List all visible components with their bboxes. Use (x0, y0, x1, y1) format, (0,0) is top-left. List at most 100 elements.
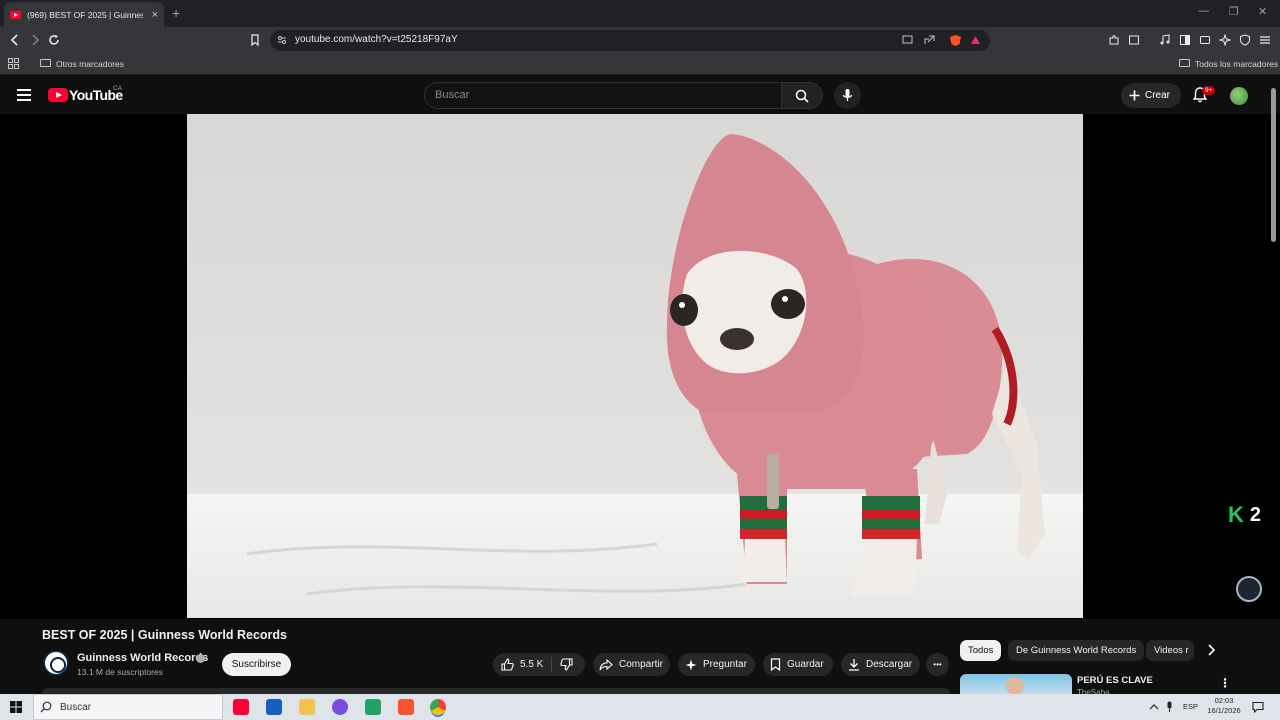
youtube-logo[interactable]: YouTube (48, 87, 123, 103)
channel-overlay-badge: K 2 (1228, 502, 1261, 528)
folder-icon (1179, 59, 1190, 67)
microphone-icon (842, 89, 853, 101)
subscriber-count: 13.1 M de suscriptores (77, 667, 163, 677)
create-button[interactable]: Crear (1121, 83, 1181, 108)
save-bookmark-icon (770, 658, 781, 671)
extensions-icon[interactable] (1108, 34, 1120, 46)
like-count[interactable]: 5.5 K (520, 659, 543, 670)
tray-chevron-up-icon[interactable] (1149, 703, 1159, 711)
chevron-right-icon[interactable] (1206, 644, 1216, 656)
chrome-app-icon[interactable] (430, 699, 446, 715)
recommended-thumbnail[interactable] (960, 674, 1072, 694)
brave-shield-icon[interactable] (949, 34, 962, 47)
url-text[interactable]: youtube.com/watch?v=t25218F97aY (295, 34, 458, 45)
leo-ai-icon[interactable] (1219, 34, 1231, 46)
back-icon[interactable] (9, 34, 21, 46)
notification-center-icon[interactable] (1252, 701, 1264, 713)
bookmark-all[interactable]: Todos los marcadores (1195, 59, 1278, 69)
search-field[interactable] (424, 82, 782, 109)
download-button[interactable]: Descargar (841, 653, 920, 676)
more-actions-button[interactable]: ••• (926, 653, 949, 676)
account-avatar[interactable] (1230, 87, 1248, 105)
windows-start-icon[interactable] (10, 701, 22, 713)
video-frame[interactable] (187, 114, 1083, 618)
new-tab-button[interactable]: + (172, 5, 180, 21)
taskbar-search[interactable]: Buscar (33, 694, 223, 720)
video-title: BEST OF 2025 | Guinness World Records (42, 628, 287, 642)
browser-toolbar: youtube.com/watch?v=t25218F97aY (0, 27, 1280, 53)
chip-from-channel[interactable]: De Guinness World Records (1008, 640, 1145, 661)
messenger-app-icon[interactable] (332, 699, 348, 715)
search-button[interactable] (781, 82, 823, 109)
save-button[interactable]: Guardar (763, 653, 833, 676)
wallet-icon[interactable] (1199, 34, 1211, 46)
channel-name[interactable]: Guinness World Records (77, 652, 208, 664)
forward-icon[interactable] (29, 34, 41, 46)
recommended-title[interactable]: PERÚ ES CLAVE (1077, 675, 1153, 686)
folder-icon (40, 59, 51, 67)
brave-rewards-icon[interactable] (970, 35, 981, 45)
save-label: Guardar (787, 659, 824, 670)
voice-search-button[interactable] (834, 82, 861, 109)
create-label: Crear (1145, 90, 1171, 101)
windows-taskbar: Buscar ESP 02:03 16/1/2026 (0, 694, 1280, 720)
thumbs-down-icon[interactable] (560, 658, 573, 671)
bookmarks-bar: Otros marcadores Todos los marcadores (0, 53, 1280, 75)
reload-icon[interactable] (48, 34, 60, 46)
bookmark-page-icon[interactable] (249, 34, 261, 46)
vpn-shield-icon[interactable] (1239, 34, 1251, 46)
chihuahua-in-hoodie-image (246, 134, 1045, 596)
media-controls-icon[interactable] (1159, 34, 1171, 46)
region-code: CA (113, 85, 123, 92)
sparkle-icon (685, 659, 697, 670)
share-page-icon[interactable] (924, 35, 935, 45)
youtube-play-icon (48, 88, 68, 102)
menu-icon[interactable] (17, 89, 31, 104)
browser-tab[interactable]: (969) BEST OF 2025 | Guinness Wo × (4, 2, 164, 27)
tray-clock[interactable]: 02:03 16/1/2026 (1206, 696, 1242, 716)
screenshot-icon[interactable] (1128, 34, 1140, 46)
overlay-number: 2 (1249, 503, 1262, 526)
guinness-watermark-icon[interactable] (1236, 576, 1262, 602)
subscribe-button[interactable]: Suscribirse (222, 653, 291, 676)
maximize-button[interactable]: ❐ (1229, 5, 1239, 18)
app-green-icon[interactable] (365, 699, 381, 715)
tray-microphone-icon[interactable] (1165, 701, 1174, 713)
tab-close-icon[interactable]: × (152, 9, 158, 21)
apps-grid-icon[interactable] (8, 58, 19, 69)
tab-title: (969) BEST OF 2025 | Guinness Wo (27, 9, 143, 20)
share-arrow-icon (599, 658, 613, 670)
taskbar-search-label: Buscar (60, 701, 92, 713)
tray-language[interactable]: ESP (1183, 702, 1198, 711)
thumbs-up-icon[interactable] (501, 658, 514, 671)
brave-browser-icon[interactable] (398, 699, 414, 715)
download-icon (849, 659, 859, 671)
search-icon (795, 89, 809, 103)
verified-check-icon (196, 654, 205, 663)
channel-avatar[interactable] (43, 650, 69, 676)
sidebar-icon[interactable] (1179, 34, 1191, 46)
ask-label: Preguntar (703, 659, 747, 670)
close-window-button[interactable]: ✕ (1258, 5, 1267, 18)
search-input[interactable] (425, 83, 781, 107)
store-app-icon[interactable] (266, 699, 282, 715)
site-info-icon[interactable] (277, 35, 287, 45)
file-explorer-icon[interactable] (299, 699, 315, 715)
share-button[interactable]: Compartir (593, 653, 670, 676)
youtube-app-icon[interactable] (233, 699, 249, 715)
notifications-badge: 9+ (1202, 86, 1216, 95)
chip-related-videos[interactable]: Videos r (1146, 640, 1194, 661)
cast-icon[interactable] (902, 35, 913, 45)
minimize-button[interactable]: — (1198, 5, 1209, 17)
address-bar[interactable]: youtube.com/watch?v=t25218F97aY (270, 30, 990, 51)
like-dislike-group: 5.5 K (493, 653, 585, 676)
recommended-more-icon[interactable]: ⋮ (1219, 676, 1231, 690)
page-scrollbar[interactable] (1271, 88, 1276, 242)
youtube-header: YouTube CA Crear (0, 76, 1280, 114)
ask-button[interactable]: Preguntar (678, 653, 755, 676)
share-label: Compartir (619, 659, 663, 670)
chip-all[interactable]: Todos (960, 640, 1002, 661)
bookmark-other[interactable]: Otros marcadores (56, 59, 124, 69)
browser-menu-icon[interactable] (1259, 34, 1271, 46)
youtube-favicon-icon (10, 10, 21, 19)
